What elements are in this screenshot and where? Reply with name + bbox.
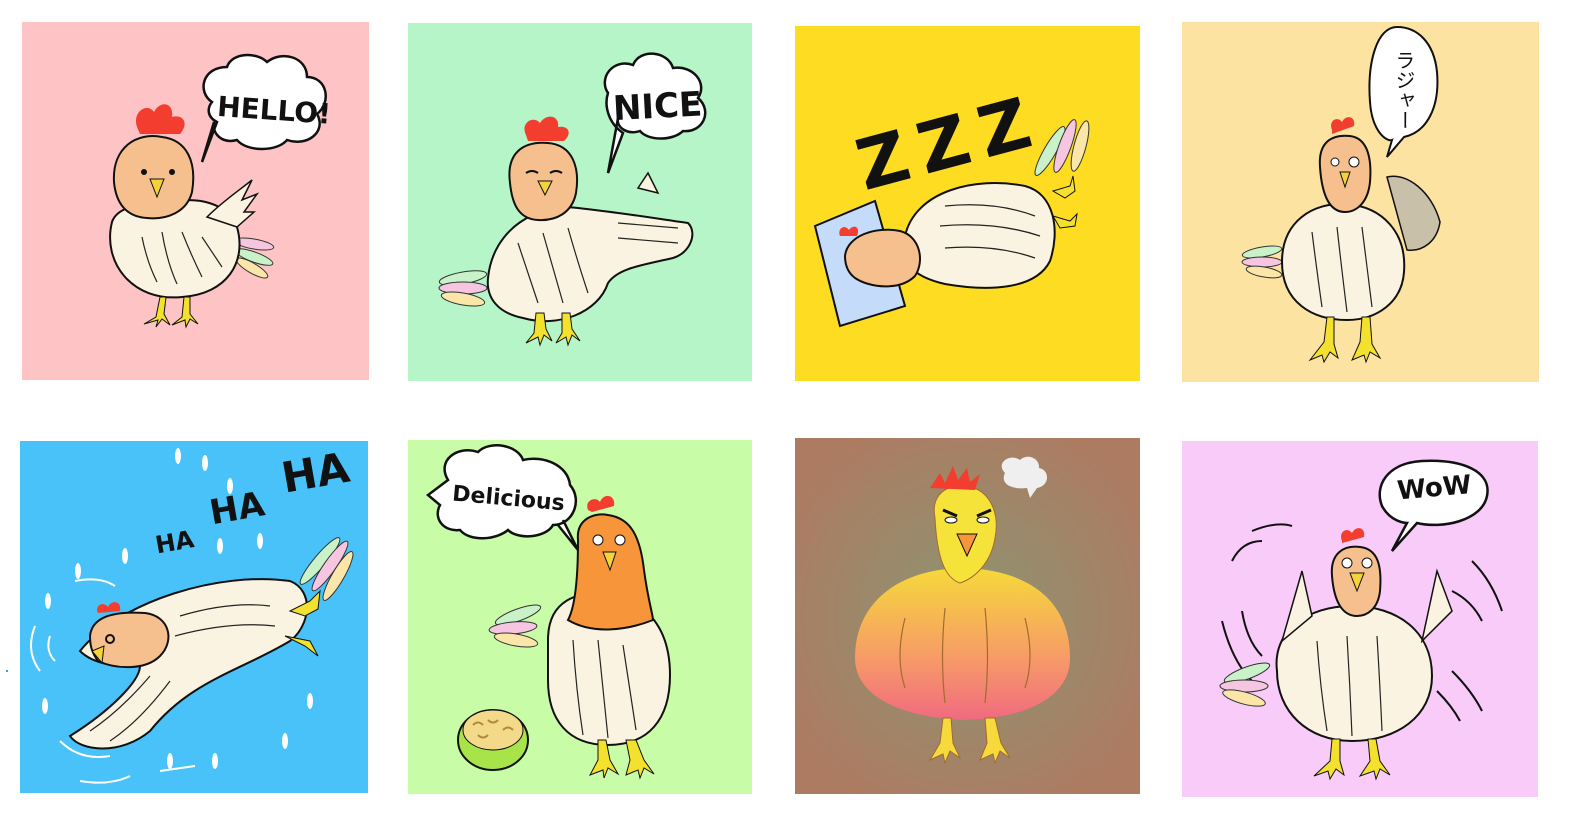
sticker-laugh-art: HA HA HA xyxy=(20,441,368,793)
sticker-delicious-art: Delicious xyxy=(408,440,752,794)
sticker-wow-art: WoW xyxy=(1182,441,1538,797)
sticker-delicious: Delicious xyxy=(408,440,752,794)
sticker-nice: NICE xyxy=(408,23,752,381)
sticker-laugh: HA HA HA xyxy=(20,441,368,793)
sticker-sleep: ZZZ xyxy=(795,26,1140,381)
sticker-roger-art: ラジャー xyxy=(1182,22,1539,382)
sticker-sleep-art: ZZZ xyxy=(795,26,1140,381)
stray-dot xyxy=(6,670,8,672)
sticker-angry-art xyxy=(795,438,1140,794)
roger-text: ラジャー xyxy=(1392,50,1416,130)
sticker-hello: HELLO! xyxy=(22,22,369,380)
sticker-wow: WoW xyxy=(1182,441,1538,797)
sticker-hello-art: HELLO! xyxy=(22,22,369,380)
sticker-roger: ラジャー xyxy=(1182,22,1539,382)
sticker-nice-art: NICE xyxy=(408,23,752,381)
sticker-angry xyxy=(795,438,1140,794)
nice-text: NICE xyxy=(612,84,703,129)
